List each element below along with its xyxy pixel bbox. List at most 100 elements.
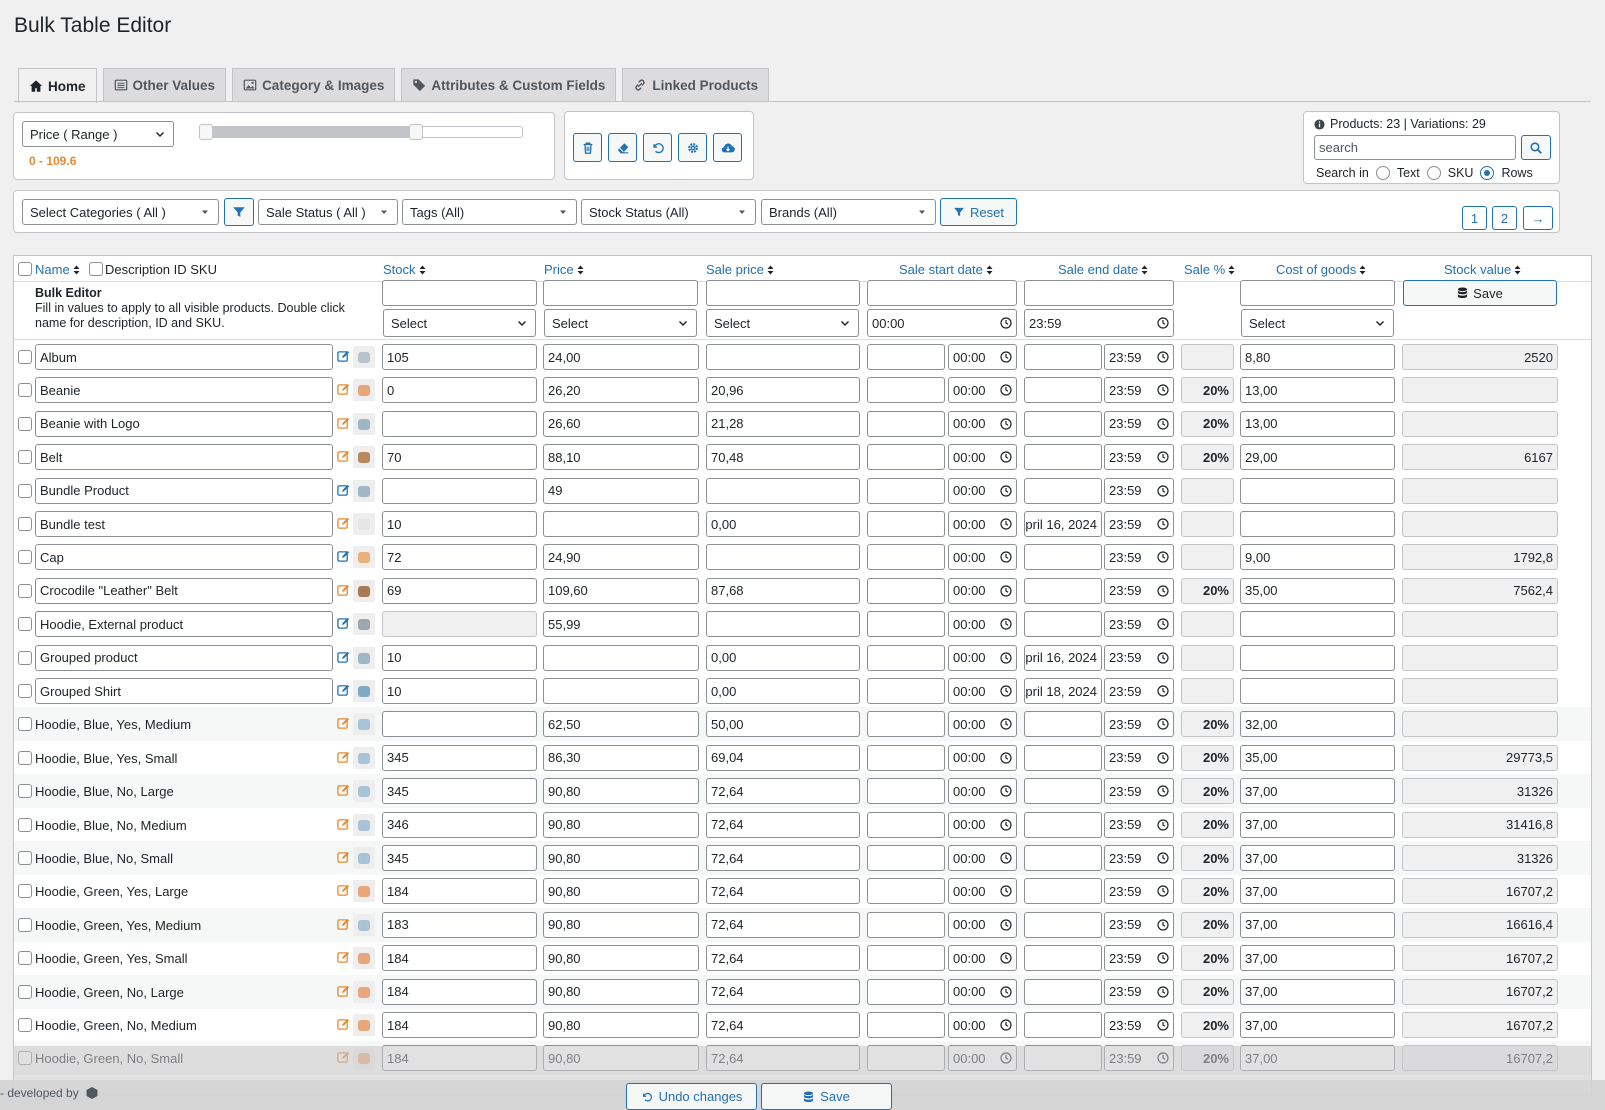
edit-icon[interactable] — [337, 717, 350, 730]
product-name-input[interactable]: Grouped product — [35, 644, 333, 671]
cost-input[interactable] — [1240, 644, 1395, 671]
brands-select[interactable]: Brands (All) — [761, 199, 936, 225]
sale-start-date-input[interactable] — [867, 945, 945, 972]
sale-start-time-input[interactable]: 00:00 — [948, 511, 1017, 537]
stock-input[interactable]: 70 — [382, 444, 537, 471]
row-checkbox[interactable] — [18, 784, 32, 799]
product-name-input[interactable]: Bundle Product — [35, 477, 333, 504]
price-input[interactable]: 90,80 — [543, 878, 699, 905]
sale-start-time-input[interactable]: 00:00 — [948, 344, 1017, 370]
sale-start-time-input[interactable]: 00:00 — [948, 845, 1017, 871]
edit-icon[interactable] — [337, 617, 350, 630]
price-input[interactable] — [543, 644, 699, 671]
stock-input[interactable]: 345 — [382, 778, 537, 805]
product-thumbnail[interactable] — [353, 847, 375, 869]
stock-input[interactable]: 10 — [382, 511, 537, 537]
sale-start-date-input[interactable] — [867, 978, 945, 1005]
sale-start-date-input[interactable] — [867, 811, 945, 838]
stock-input[interactable] — [382, 711, 537, 738]
range-slider[interactable] — [199, 124, 523, 140]
edit-icon[interactable] — [337, 851, 350, 864]
price-input[interactable]: 26,60 — [543, 410, 699, 437]
product-thumbnail[interactable] — [353, 613, 375, 636]
sale-end-date-input[interactable] — [1024, 344, 1102, 370]
show-description-checkbox[interactable] — [89, 262, 103, 276]
tab-other-values[interactable]: Other Values — [102, 68, 227, 101]
sale-start-date-input[interactable] — [867, 778, 945, 805]
product-thumbnail[interactable] — [353, 980, 375, 1003]
sale-price-input[interactable]: 87,68 — [706, 577, 860, 604]
stock-input[interactable]: 345 — [382, 744, 537, 771]
price-input[interactable]: 24,00 — [543, 344, 699, 370]
cost-input[interactable]: 29,00 — [1240, 444, 1395, 471]
sale-start-date-input[interactable] — [867, 678, 945, 704]
reset-button[interactable]: Reset — [940, 198, 1017, 226]
row-checkbox[interactable] — [18, 951, 32, 966]
row-checkbox[interactable] — [18, 650, 32, 665]
price-input[interactable]: 90,80 — [543, 945, 699, 972]
undo-changes-button[interactable]: Undo changes — [626, 1083, 757, 1110]
bulk-cost-select[interactable]: Select — [1241, 309, 1394, 337]
sale-end-time-input[interactable]: 23:59 — [1104, 678, 1174, 704]
stock-input[interactable] — [382, 410, 537, 437]
product-thumbnail[interactable] — [353, 513, 375, 535]
sale-end-time-input[interactable]: 23:59 — [1104, 911, 1174, 938]
sale-price-input[interactable]: 0,00 — [706, 644, 860, 671]
sale-end-date-input[interactable] — [1024, 978, 1102, 1005]
stock-status-select[interactable]: Stock Status (All) — [581, 199, 756, 225]
price-input[interactable]: 55,99 — [543, 611, 699, 638]
filter-button[interactable] — [224, 198, 254, 226]
product-thumbnail[interactable] — [353, 646, 375, 669]
bulk-cost-input[interactable] — [1240, 280, 1395, 306]
edit-icon[interactable] — [337, 383, 350, 396]
bulk-stock-input[interactable] — [382, 280, 537, 306]
cost-input[interactable]: 35,00 — [1240, 577, 1395, 604]
categories-select[interactable]: Select Categories ( All ) — [22, 199, 219, 225]
sale-price-column-header[interactable]: Sale price — [706, 262, 774, 277]
sale-end-date-input[interactable] — [1024, 410, 1102, 437]
cost-input[interactable]: 9,00 — [1240, 544, 1395, 571]
sale-price-input[interactable]: 72,64 — [706, 811, 860, 838]
sale-price-input[interactable]: 69,04 — [706, 744, 860, 771]
product-thumbnail[interactable] — [353, 346, 375, 368]
sale-end-date-input[interactable] — [1024, 577, 1102, 604]
sale-end-date-input[interactable]: April 16, 2024 — [1024, 511, 1102, 537]
cost-input[interactable]: 37,00 — [1240, 811, 1395, 838]
bulk-sale-price-input[interactable] — [706, 280, 860, 306]
sale-end-date-input[interactable] — [1024, 845, 1102, 871]
price-input[interactable]: 90,80 — [543, 978, 699, 1005]
search-in-text-radio[interactable] — [1375, 166, 1390, 180]
price-input[interactable]: 49 — [543, 477, 699, 504]
row-checkbox[interactable] — [18, 717, 32, 732]
price-input[interactable]: 90,80 — [543, 911, 699, 938]
settings-button[interactable] — [678, 133, 707, 162]
row-checkbox[interactable] — [18, 817, 32, 832]
sale-end-time-input[interactable]: 23:59 — [1104, 410, 1174, 437]
range-slider-handle-min[interactable] — [199, 124, 213, 140]
sale-start-date-input[interactable] — [867, 878, 945, 905]
edit-icon[interactable] — [337, 417, 350, 430]
product-thumbnail[interactable] — [353, 579, 375, 602]
stock-input[interactable]: 10 — [382, 678, 537, 704]
search-button[interactable] — [1521, 135, 1551, 160]
sale-start-date-input[interactable] — [867, 577, 945, 604]
sale-start-time-input[interactable]: 00:00 — [948, 377, 1017, 404]
footer-save-button[interactable]: Save — [761, 1083, 892, 1110]
sale-end-time-input[interactable]: 23:59 — [1104, 511, 1174, 537]
sale-end-date-input[interactable] — [1024, 811, 1102, 838]
sale-end-time-input[interactable]: 23:59 — [1104, 711, 1174, 738]
sale-start-date-input[interactable] — [867, 544, 945, 571]
sale-price-input[interactable]: 0,00 — [706, 678, 860, 704]
product-thumbnail[interactable] — [353, 546, 375, 569]
cost-input[interactable]: 35,00 — [1240, 744, 1395, 771]
sale-end-date-input[interactable]: April 16, 2024 — [1024, 644, 1102, 671]
reload-button[interactable] — [643, 133, 672, 162]
sale-end-time-input[interactable]: 23:59 — [1104, 444, 1174, 471]
product-thumbnail[interactable] — [353, 1014, 375, 1036]
sale-end-date-input[interactable] — [1024, 778, 1102, 805]
sale-start-time-input[interactable]: 00:00 — [948, 978, 1017, 1005]
stock-input[interactable]: 0 — [382, 377, 537, 404]
name-column-header[interactable]: Name — [35, 262, 80, 277]
row-checkbox[interactable] — [18, 617, 32, 632]
cost-input[interactable]: 13,00 — [1240, 377, 1395, 404]
